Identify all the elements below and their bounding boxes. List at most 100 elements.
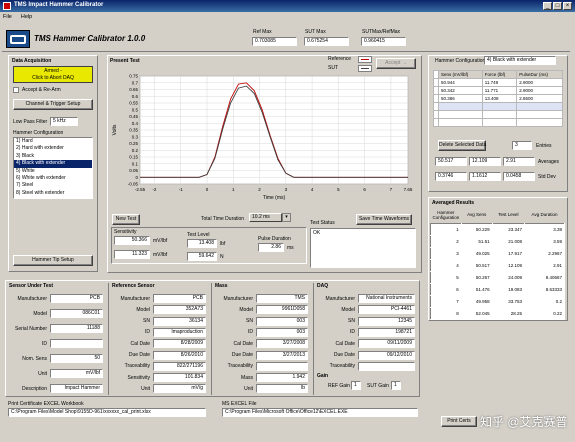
daq-field-value[interactable]: 09/12/2010 bbox=[358, 350, 415, 360]
mass-field-value[interactable] bbox=[256, 361, 308, 371]
menu-help[interactable]: Help bbox=[21, 14, 32, 20]
hc-row[interactable]: 50.342 11.771 2.9000 bbox=[433, 86, 563, 95]
hc-cell[interactable]: 11.771 bbox=[481, 86, 518, 95]
test-status-value: OK bbox=[313, 230, 321, 236]
armed-abort-button[interactable]: Armed - Click to Abort DAQ bbox=[13, 66, 93, 83]
mass-field-value[interactable]: 1.942 bbox=[256, 373, 308, 383]
channel-trigger-setup-button[interactable]: Channel & Trigger Setup bbox=[13, 99, 93, 110]
sut-field-value[interactable]: 086C01 bbox=[50, 309, 103, 318]
hammer-config-item[interactable]: 3) Black bbox=[14, 153, 92, 160]
sut-field-value[interactable]: mV/lbf bbox=[50, 369, 103, 378]
ar-cell: 2 bbox=[430, 234, 462, 248]
mass-field-value[interactable]: 9961D058 bbox=[256, 305, 308, 315]
hc-cell[interactable]: 2.9000 bbox=[516, 86, 563, 95]
test-status-label: Test Status bbox=[310, 220, 335, 226]
sut-field-value[interactable]: PCB bbox=[50, 294, 103, 303]
close-icon[interactable]: × bbox=[563, 2, 572, 10]
hammer-config-item[interactable]: 2) Hard with extender bbox=[14, 145, 92, 152]
menu-file[interactable]: File bbox=[3, 14, 12, 20]
hc-row[interactable]: 50.944 11.749 2.9000 bbox=[433, 78, 563, 87]
print-wb-path[interactable]: C:\Program Files\Model Shop\9155D-961\xx… bbox=[8, 408, 206, 417]
sut-field-value[interactable] bbox=[50, 339, 103, 348]
daq-field-value[interactable] bbox=[358, 361, 415, 371]
ref-field-value[interactable]: Imaproduction bbox=[153, 327, 206, 337]
daq-field-value[interactable]: National Instruments bbox=[358, 294, 415, 303]
ref-gain-field[interactable]: 1 bbox=[351, 381, 361, 390]
hc-row[interactable] bbox=[433, 110, 563, 119]
mass-field-value[interactable]: 3/27/2013 bbox=[256, 350, 308, 360]
level-sut-field: 59.642 bbox=[187, 252, 217, 261]
daq-field-value[interactable]: 198721 bbox=[358, 327, 415, 337]
hc-cell[interactable] bbox=[516, 118, 563, 127]
hc-data-table[interactable]: Sens (mV/lbf) Force (lbf) PulseDur (ms) 50.… bbox=[433, 70, 563, 127]
window-title: TMS Impact Hammer Calibrator bbox=[14, 2, 104, 8]
hc-cell[interactable]: 2.8600 bbox=[516, 94, 563, 103]
sut-field-value[interactable]: Impact Hammer bbox=[50, 384, 103, 393]
test-status-box: OK bbox=[310, 228, 416, 268]
excel-label: MS EXCEL File bbox=[222, 401, 257, 407]
daq-field-value[interactable]: 09/11/2009 bbox=[358, 339, 415, 349]
hc-cell[interactable] bbox=[438, 102, 483, 111]
ref-field-value[interactable]: PCB bbox=[153, 294, 206, 303]
hc-cell[interactable] bbox=[481, 118, 518, 127]
mass-field-value[interactable]: 3/27/2008 bbox=[256, 339, 308, 349]
hc-row[interactable] bbox=[433, 102, 563, 111]
ref-field-value[interactable]: 8/26/2010 bbox=[153, 350, 206, 360]
mass-field-value[interactable]: 003 bbox=[256, 316, 308, 326]
delete-selected-button[interactable]: Delete Selected Data bbox=[438, 140, 486, 151]
hc-cell[interactable] bbox=[516, 110, 563, 119]
hc-cell[interactable]: 50.944 bbox=[438, 78, 483, 87]
ref-field-value[interactable]: 36134 bbox=[153, 316, 206, 326]
ref-field-value[interactable]: 352A73 bbox=[153, 305, 206, 315]
hc-cell[interactable]: 13.408 bbox=[481, 94, 518, 103]
daq-field-value[interactable]: 12345 bbox=[358, 316, 415, 326]
print-certs-button[interactable]: Print Certs bbox=[441, 416, 477, 427]
accept-test-button[interactable]: Accept → bbox=[376, 58, 416, 69]
hammer-config-item[interactable]: 6) White with extender bbox=[14, 175, 92, 182]
hammer-config-item[interactable]: 1) Hard bbox=[14, 138, 92, 145]
save-waveforms-button[interactable]: Save Time Waveforms bbox=[356, 214, 412, 225]
y-axis-label: Volts bbox=[112, 124, 118, 135]
mass-field-value[interactable]: lb bbox=[256, 384, 308, 394]
x-tick-label: 0 bbox=[206, 187, 209, 192]
mass-field-value[interactable]: 003 bbox=[256, 327, 308, 337]
minimize-icon[interactable]: _ bbox=[543, 2, 552, 10]
hammer-config-item[interactable]: 4) Black with extender bbox=[14, 160, 92, 168]
ref-field-value[interactable]: mV/g bbox=[153, 384, 206, 394]
hc-select[interactable]: 4) Black with extender bbox=[484, 56, 556, 65]
hc-cell[interactable]: 2.9000 bbox=[516, 78, 563, 87]
hc-cell[interactable]: 50.342 bbox=[438, 86, 483, 95]
hc-row[interactable] bbox=[433, 118, 563, 127]
hammer-config-item[interactable]: 8) Steel with extender bbox=[14, 190, 92, 197]
daq-field-value[interactable]: PCI-4461 bbox=[358, 305, 415, 315]
hc-cell[interactable] bbox=[438, 118, 483, 127]
hammer-config-item[interactable]: 5) White bbox=[14, 168, 92, 175]
ratio-field: 0.960415 bbox=[361, 37, 406, 46]
hammer-tip-setup-button[interactable]: Hammer Tip Setup bbox=[13, 255, 93, 266]
mass-field-value[interactable]: TMS bbox=[256, 294, 308, 303]
hc-cell[interactable] bbox=[516, 102, 563, 111]
lowpass-select[interactable]: 5 kHz bbox=[50, 117, 78, 126]
chevron-down-icon[interactable]: ▾ bbox=[282, 213, 291, 222]
hc-cell[interactable] bbox=[438, 110, 483, 119]
ref-field-value[interactable]: 8/28/2009 bbox=[153, 339, 206, 349]
hammer-config-item[interactable]: 7) Steel bbox=[14, 182, 92, 189]
hc-row[interactable]: 50.366 13.408 2.8600 bbox=[433, 94, 563, 103]
new-test-button[interactable]: New Test bbox=[112, 214, 140, 225]
ref-field-value[interactable]: 101.834 bbox=[153, 373, 206, 383]
sut-field-value[interactable]: 50 bbox=[50, 354, 103, 363]
accept-rearm-checkbox[interactable] bbox=[13, 87, 19, 93]
ref-field-label: Due Date bbox=[128, 352, 150, 358]
duration-select[interactable]: 10.2 ms bbox=[249, 213, 282, 222]
maximize-icon[interactable]: □ bbox=[553, 2, 562, 10]
hc-cell[interactable]: 50.366 bbox=[438, 94, 483, 103]
sut-gain-field[interactable]: 1 bbox=[391, 381, 401, 390]
hc-cell[interactable] bbox=[481, 110, 518, 119]
hc-cell[interactable]: 11.749 bbox=[481, 78, 518, 87]
sut-field-value[interactable]: 11188 bbox=[50, 324, 103, 333]
averaged-results-title: Averaged Results bbox=[432, 200, 475, 206]
ref-field-value[interactable]: 822/271196 bbox=[153, 361, 206, 371]
excel-path[interactable]: C:\Program Files\Microsoft Office\Office… bbox=[222, 408, 418, 417]
hammer-config-list[interactable]: 1) Hard 2) Hard with extender 3) Black 4) B… bbox=[13, 137, 93, 199]
hc-cell[interactable] bbox=[481, 102, 518, 111]
